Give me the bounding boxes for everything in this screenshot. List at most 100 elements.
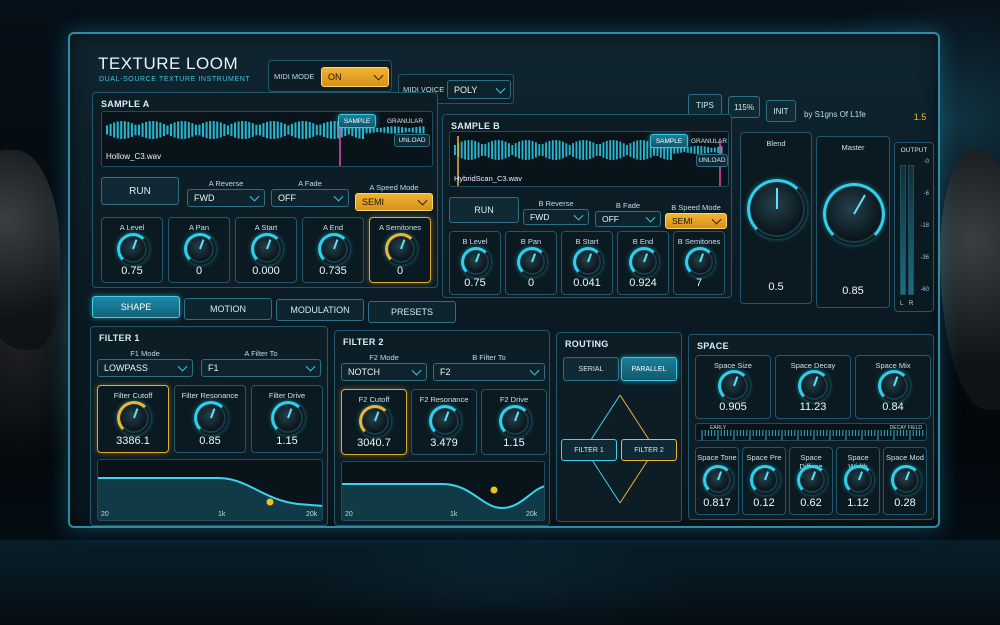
f2-mode-select[interactable]: NOTCH	[341, 363, 427, 381]
b-speed-value: SEMI	[672, 216, 693, 226]
filter2-knob-0-cell: F2 Cutoff 3040.7	[341, 389, 407, 455]
master-knob[interactable]	[823, 183, 885, 245]
chevron-down-icon	[411, 365, 422, 376]
plugin-window: TEXTURE LOOM DUAL-SOURCE TEXTURE INSTRUM…	[68, 32, 940, 528]
routing-serial-button[interactable]: SERIAL	[563, 357, 619, 381]
space-top-knob-0-knob[interactable]	[718, 370, 750, 402]
routing-filter2-node[interactable]: FILTER 2	[621, 439, 677, 461]
space-bottom-knob-4-knob[interactable]	[891, 465, 921, 495]
sample-b-run-button[interactable]: RUN	[449, 197, 519, 223]
sample-b-unload-button[interactable]: UNLOAD	[696, 154, 728, 167]
routing-title: ROUTING	[565, 339, 609, 349]
space-bottom-knob-1-knob[interactable]	[750, 465, 780, 495]
routing-filter1-node[interactable]: FILTER 1	[561, 439, 617, 461]
midi-mode-value: ON	[328, 72, 342, 82]
space-bottom-knob-2-value: 0.62	[800, 497, 822, 509]
space-bottom-knob-2-knob[interactable]	[797, 465, 827, 495]
midi-mode-select[interactable]: ON	[321, 67, 389, 87]
space-top-knob-2-knob[interactable]	[878, 370, 910, 402]
app-title: TEXTURE LOOM	[98, 54, 239, 73]
f1-mode-label: F1 Mode	[130, 349, 160, 358]
filter2-knob-0-knob[interactable]	[359, 405, 391, 437]
sample-b-knob-1-knob[interactable]	[517, 247, 547, 277]
sample-a-knob-3-knob[interactable]	[318, 233, 350, 265]
b-reverse-select[interactable]: FWD	[523, 209, 589, 225]
midi-voice-select[interactable]: POLY	[447, 80, 511, 99]
filter1-knob-2-knob[interactable]	[271, 401, 305, 435]
cutoff-handle[interactable]	[266, 498, 274, 506]
space-bottom-knob-3-value: 1.12	[847, 497, 869, 509]
filter1-knob-2-label: Filter Drive	[268, 391, 306, 400]
output-scale-tick: -36	[920, 255, 929, 261]
tab-shape[interactable]: SHAPE	[92, 296, 180, 318]
sample-a-run-button[interactable]: RUN	[101, 177, 179, 205]
b-fade-label: B Fade	[615, 201, 641, 210]
sample-a-knob-4-knob[interactable]	[385, 233, 417, 265]
space-top-knob-2-cell: Space Mix 0.84	[855, 355, 931, 419]
a-speed-select[interactable]: SEMI	[355, 193, 433, 211]
chevron-down-icon	[305, 361, 316, 372]
filter2-response-graph[interactable]: 20 1k 20k	[341, 461, 545, 521]
filter2-knob-1-cell: F2 Resonance 3.479	[411, 389, 477, 455]
cutoff-handle[interactable]	[490, 486, 498, 494]
a-reverse-select[interactable]: FWD	[187, 189, 265, 207]
f1-axis-low: 20	[101, 511, 109, 518]
master-panel: Master 0.85	[816, 136, 890, 308]
a-filter-to-select[interactable]: F1	[201, 359, 321, 377]
sample-a-knob-2-knob[interactable]	[251, 233, 283, 265]
sample-a-unload-button[interactable]: UNLOAD	[394, 134, 430, 147]
b-filter-to-select[interactable]: F2	[433, 363, 545, 381]
sample-a-knob-4-cell: A Semitones 0	[369, 217, 431, 283]
filter1-knob-0-knob[interactable]	[117, 401, 151, 435]
tab-presets[interactable]: PRESETS	[368, 300, 456, 323]
filter1-response-graph[interactable]: 20 1k 20k	[97, 459, 323, 521]
b-speed-select[interactable]: SEMI	[665, 213, 727, 229]
chevron-down-icon	[495, 83, 506, 94]
sample-b-knob-4-label: B Semitones	[677, 237, 721, 246]
sample-b-mode-granular[interactable]: GRANULAR	[690, 134, 728, 148]
space-decay-field[interactable]: EARLY DECAY FIELD	[695, 423, 927, 441]
sample-a-knob-0-knob[interactable]	[117, 233, 149, 265]
sample-a-mode-sample[interactable]: SAMPLE	[338, 114, 376, 128]
sample-a-knob-1-knob[interactable]	[184, 233, 216, 265]
filter2-knob-2-knob[interactable]	[499, 405, 531, 437]
space-top-knob-0-value: 0.905	[719, 401, 747, 413]
output-scale-tick: -60	[920, 287, 929, 293]
b-fade-select[interactable]: OFF	[595, 211, 661, 227]
sample-b-waveform[interactable]: SAMPLE GRANULAR UNLOAD HybridScan_C3.wav	[449, 131, 729, 187]
f2-axis-high: 20k	[526, 511, 538, 518]
sample-b-knob-4-knob[interactable]	[685, 247, 715, 277]
filter1-knob-1-value: 0.85	[199, 435, 221, 447]
f2-mode-value: NOTCH	[348, 367, 380, 377]
filter1-knob-2-cell: Filter Drive 1.15	[251, 385, 323, 453]
decay-field-label: DECAY FIELD	[889, 425, 922, 431]
sample-b-knob-2-knob[interactable]	[573, 247, 603, 277]
space-bottom-knob-0-knob[interactable]	[703, 465, 733, 495]
sample-a-knob-0-cell: A Level 0.75	[101, 217, 163, 283]
reflective-floor	[0, 540, 1000, 625]
sample-b-mode-sample[interactable]: SAMPLE	[650, 134, 688, 148]
space-top-knob-1-knob[interactable]	[798, 370, 830, 402]
sample-b-knob-3-knob[interactable]	[629, 247, 659, 277]
sample-a-waveform[interactable]: SAMPLE GRANULAR UNLOAD Hollow_C3.wav	[101, 111, 433, 167]
filter2-knob-1-knob[interactable]	[429, 405, 461, 437]
a-fade-select[interactable]: OFF	[271, 189, 349, 207]
sample-b-knob-0-knob[interactable]	[461, 247, 491, 277]
zoom-button[interactable]: 115%	[728, 96, 760, 118]
sample-a-mode-granular[interactable]: GRANULAR	[382, 114, 428, 128]
output-meter-right	[908, 165, 914, 295]
tips-button[interactable]: TIPS	[688, 94, 722, 116]
init-button[interactable]: INIT	[766, 100, 796, 122]
f1-mode-select[interactable]: LOWPASS	[97, 359, 193, 377]
blend-knob[interactable]	[747, 179, 807, 239]
space-bottom-knob-4-value: 0.28	[894, 497, 916, 509]
sample-a-knob-0-label: A Level	[119, 223, 145, 232]
tab-motion[interactable]: MOTION	[184, 297, 272, 320]
space-bottom-knob-3-knob[interactable]	[844, 465, 874, 495]
sample-b-knob-3-value: 0.924	[629, 277, 657, 289]
tab-modulation[interactable]: MODULATION	[276, 299, 364, 321]
sample-a-knob-3-value: 0.735	[319, 265, 347, 277]
chevron-down-icon	[333, 191, 344, 202]
routing-parallel-button[interactable]: PARALLEL	[621, 357, 677, 381]
filter1-knob-1-knob[interactable]	[194, 401, 228, 435]
